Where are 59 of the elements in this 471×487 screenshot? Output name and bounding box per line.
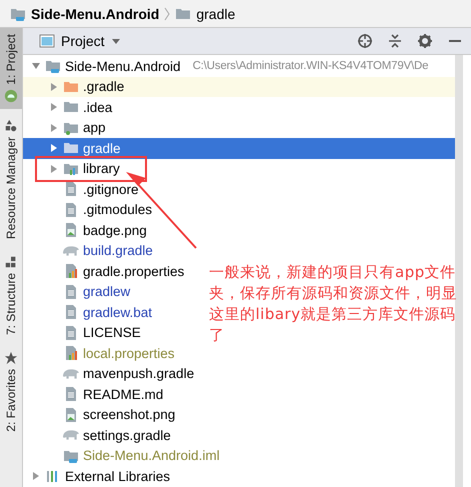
text-file-icon xyxy=(63,202,79,218)
tree-item[interactable]: settings.gradle xyxy=(23,425,177,446)
tree-item[interactable]: External Libraries xyxy=(23,466,176,486)
tree-item[interactable]: build.gradle xyxy=(23,240,159,261)
tree-item[interactable]: .gitmodules xyxy=(23,200,158,220)
expand-arrow-icon[interactable] xyxy=(49,102,59,112)
text-file-icon xyxy=(63,284,79,300)
breadcrumb-item[interactable]: gradle xyxy=(175,6,236,22)
expand-arrow-icon[interactable] xyxy=(31,61,41,72)
tree-item[interactable]: gradlew xyxy=(23,282,136,302)
structure-icon xyxy=(4,254,18,269)
expand-arrow-icon[interactable] xyxy=(49,164,59,174)
tool-window-tab[interactable]: 2: Favorites xyxy=(0,344,22,438)
text-file-icon xyxy=(63,181,79,198)
expand-arrow-icon[interactable] xyxy=(49,122,59,133)
image-file-icon xyxy=(63,406,79,423)
properties-file-icon xyxy=(63,345,79,362)
properties-file-icon xyxy=(63,263,79,280)
expand-arrow-icon[interactable] xyxy=(49,143,59,154)
tree-item[interactable]: Side-Menu.Android.iml xyxy=(23,446,226,466)
tree-item[interactable]: .gitignore xyxy=(23,179,145,200)
android-icon xyxy=(4,88,18,103)
tree-item[interactable]: mavenpush.gradle xyxy=(23,364,200,384)
panel-icon xyxy=(39,33,55,49)
dropdown-caret-icon[interactable] xyxy=(110,36,121,46)
tree-item[interactable]: Side-Menu.Android C:\Users\Administrator.WIN-KS4V4TOM79V\De xyxy=(23,56,455,76)
tree-item[interactable]: README.md xyxy=(23,384,170,404)
crosshair-icon[interactable] xyxy=(357,33,373,49)
annotation-text: 一般来说，新建的项目只有app文件夹，保存所有源码和资源文件，明显这里的libary就是第三方库文件源码了 xyxy=(209,262,458,346)
text-file-icon xyxy=(63,304,79,320)
tool-window-tab[interactable]: 7: Structure xyxy=(0,248,22,341)
tree-item[interactable]: gradle.properties xyxy=(23,261,190,282)
breadcrumb-item[interactable]: Side-Menu.Android xyxy=(10,6,160,22)
text-file-icon xyxy=(63,386,79,402)
shapes-icon xyxy=(4,118,18,133)
tree-item[interactable]: .gradle xyxy=(23,76,455,97)
image-file-icon xyxy=(63,222,79,238)
tree-item[interactable]: app xyxy=(23,118,112,138)
panel-title[interactable]: Project xyxy=(61,33,105,49)
tree-item[interactable]: local.properties xyxy=(23,343,181,364)
tree-item[interactable]: badge.png xyxy=(23,220,153,240)
tool-window-tab[interactable]: 1: Project xyxy=(0,28,22,109)
tool-window-tab[interactable]: Resource Manager xyxy=(0,112,22,245)
tree-item[interactable]: library xyxy=(23,158,126,179)
star-icon xyxy=(4,350,18,365)
tree-item[interactable]: LICENSE xyxy=(23,322,147,343)
tree-item[interactable]: .idea xyxy=(23,97,118,118)
collapse-icon[interactable] xyxy=(387,33,403,49)
settings-icon[interactable] xyxy=(417,33,433,49)
project-path: C:\Users\Administrator.WIN-KS4V4TOM79V\De xyxy=(192,60,428,72)
expand-arrow-icon[interactable] xyxy=(49,82,59,92)
expand-arrow-icon[interactable] xyxy=(31,471,41,482)
tree-item[interactable]: screenshot.png xyxy=(23,404,182,425)
chevron-icon xyxy=(164,6,170,20)
text-file-icon xyxy=(63,324,79,341)
scrollbar[interactable] xyxy=(455,55,463,487)
tree-item[interactable]: gradle xyxy=(23,138,455,158)
tree-item[interactable]: gradlew.bat xyxy=(23,302,158,322)
module-folder-icon xyxy=(45,58,61,74)
